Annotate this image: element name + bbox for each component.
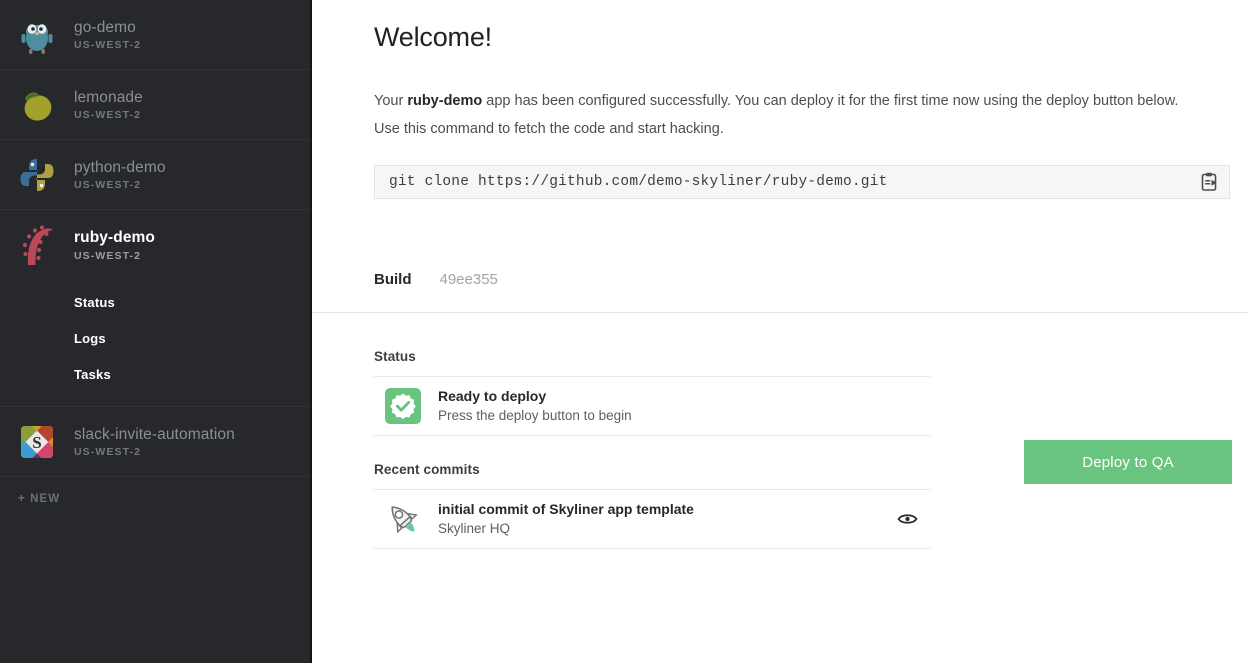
status-list: Ready to deploy Press the deploy button … [374, 376, 930, 436]
sidebar-app-region: US-WEST-2 [74, 179, 142, 192]
sidebar-app-name: python-demo [74, 158, 166, 176]
intro-paragraph: Your ruby-demo app has been configured s… [374, 87, 1208, 143]
page-title: Welcome! [374, 22, 492, 52]
status-heading: Status [374, 349, 416, 364]
sidebar-item-status[interactable]: Status [0, 284, 310, 320]
lemon-icon [14, 82, 60, 128]
sidebar-app-name: lemonade [74, 88, 143, 106]
welcome-section: Welcome! Your ruby-demo app has been con… [312, 0, 1248, 199]
sidebar-subnav-label: Tasks [74, 366, 111, 382]
commit-message: initial commit of Skyliner app template [438, 500, 694, 517]
sidebar-item-meta: slack-invite-automation US-WEST-2 [74, 425, 235, 458]
sidebar-item-go-demo[interactable]: go-demo US-WEST-2 [0, 0, 310, 70]
status-section: Status Ready to deploy Press the deploy … [374, 349, 1232, 484]
svg-text:S: S [32, 433, 41, 452]
sidebar-item-meta: python-demo US-WEST-2 [74, 158, 166, 191]
sidebar-app-region: US-WEST-2 [74, 249, 142, 262]
sidebar-app-name: slack-invite-automation [74, 425, 235, 443]
status-row-subtitle: Press the deploy button to begin [438, 408, 632, 424]
sidebar-app-name: go-demo [74, 18, 136, 36]
deploy-to-qa-button[interactable]: Deploy to QA [1024, 440, 1232, 484]
sidebar-item-meta: go-demo US-WEST-2 [74, 18, 141, 51]
sidebar-item-tasks[interactable]: Tasks [0, 356, 310, 392]
intro-app-name: ruby-demo [407, 93, 483, 109]
build-row: Build 49ee355 [312, 199, 1248, 288]
sidebar-subnav-label: Status [74, 294, 115, 310]
sidebar-item-logs[interactable]: Logs [0, 320, 310, 356]
sidebar-app-region: US-WEST-2 [74, 109, 142, 122]
eye-icon[interactable] [884, 511, 930, 527]
sidebar-item-meta: ruby-demo US-WEST-2 [74, 228, 155, 261]
intro-prefix: Your [374, 93, 408, 109]
sidebar-item-ruby-demo[interactable]: ruby-demo US-WEST-2 [0, 210, 310, 280]
status-row[interactable]: Ready to deploy Press the deploy button … [374, 376, 930, 436]
python-icon [14, 152, 60, 198]
sidebar-item-meta: lemonade US-WEST-2 [74, 88, 143, 121]
commit-row[interactable]: initial commit of Skyliner app template … [374, 489, 930, 549]
commits-list: initial commit of Skyliner app template … [374, 489, 930, 549]
sidebar: go-demo US-WEST-2 lemonade US-WEST-2 pyt… [0, 0, 312, 663]
clone-command-text: git clone https://github.com/demo-skylin… [389, 174, 888, 190]
status-row-title: Ready to deploy [438, 387, 547, 404]
add-new-app-label: + NEW [18, 493, 61, 505]
status-row-text: Ready to deploy Press the deploy button … [438, 386, 930, 427]
commit-author: Skyliner HQ [438, 521, 511, 537]
rocket-icon [384, 500, 422, 538]
app-root: go-demo US-WEST-2 lemonade US-WEST-2 pyt… [0, 0, 1248, 663]
sidebar-app-region: US-WEST-2 [74, 446, 142, 459]
clone-command-box[interactable]: git clone https://github.com/demo-skylin… [374, 165, 1230, 199]
sidebar-app-region: US-WEST-2 [74, 39, 142, 52]
deploy-button-wrap: Deploy to QA [1024, 440, 1232, 484]
sidebar-item-python-demo[interactable]: python-demo US-WEST-2 [0, 140, 310, 210]
main-content: Welcome! Your ruby-demo app has been con… [312, 0, 1248, 663]
ruby-icon [14, 222, 60, 268]
commit-row-text: initial commit of Skyliner app template … [438, 499, 884, 540]
sidebar-subnav-label: Logs [74, 330, 106, 346]
build-sha: 49ee355 [439, 271, 498, 288]
clipboard-icon[interactable] [1189, 166, 1229, 199]
sidebar-app-name: ruby-demo [74, 229, 155, 247]
lower-section: Status Ready to deploy Press the deploy … [312, 313, 1248, 549]
sidebar-item-lemonade[interactable]: lemonade US-WEST-2 [0, 70, 310, 140]
check-badge-icon [384, 387, 422, 425]
slack-icon: S [14, 419, 60, 465]
sidebar-subnav: Status Logs Tasks [0, 280, 310, 407]
add-new-app-button[interactable]: + NEW [0, 477, 310, 521]
intro-suffix: app has been configured successfully. Yo… [374, 93, 1179, 137]
sidebar-item-slack-invite-automation[interactable]: S slack-invite-automation US-WEST-2 [0, 407, 310, 477]
build-label: Build [374, 271, 412, 288]
gopher-icon [14, 12, 60, 58]
